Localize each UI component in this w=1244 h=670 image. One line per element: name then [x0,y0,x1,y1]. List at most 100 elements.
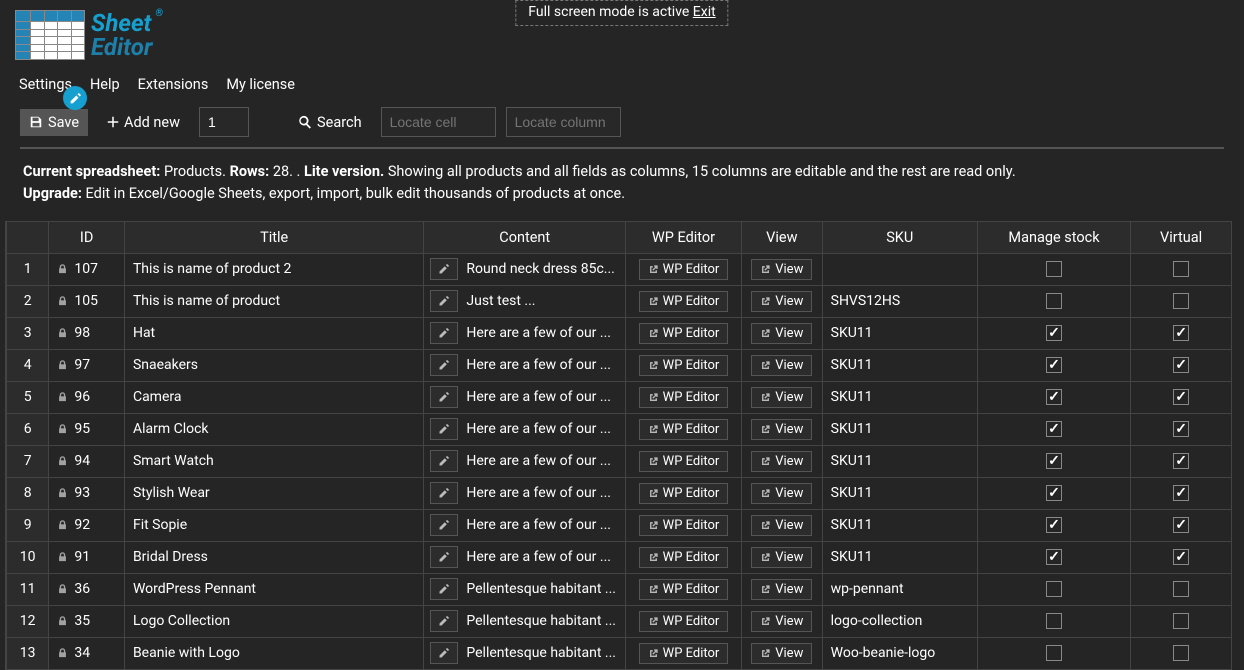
virtual-checkbox[interactable] [1173,517,1189,533]
cell-id[interactable]: 34 [49,637,125,669]
virtual-checkbox[interactable] [1173,389,1189,405]
managestock-checkbox[interactable] [1046,389,1062,405]
view-button[interactable]: View [751,579,812,600]
cell-managestock[interactable] [977,349,1130,381]
cell-managestock[interactable] [977,541,1130,573]
col-header-view[interactable]: View [741,221,822,253]
view-button[interactable]: View [751,259,812,280]
view-button[interactable]: View [751,419,812,440]
cell-content[interactable]: Here are a few of our ... [424,413,626,445]
cell-title[interactable]: Smart Watch [124,445,423,477]
col-header-sku[interactable]: SKU [822,221,977,253]
cell-virtual[interactable] [1131,285,1232,317]
managestock-checkbox[interactable] [1046,261,1062,277]
row-number[interactable]: 3 [7,317,49,349]
managestock-checkbox[interactable] [1046,325,1062,341]
cell-virtual[interactable] [1131,573,1232,605]
cell-title[interactable]: Beanie with Logo [124,637,423,669]
wpeditor-button[interactable]: WP Editor [639,355,729,376]
wpeditor-button[interactable]: WP Editor [639,483,729,504]
content-edit-button[interactable] [430,482,458,504]
cell-content[interactable]: Here are a few of our ... [424,381,626,413]
cell-content[interactable]: Pellentesque habitant ... [424,573,626,605]
row-number[interactable]: 5 [7,381,49,413]
col-header-managestock[interactable]: Manage stock [977,221,1130,253]
cell-id[interactable]: 36 [49,573,125,605]
cell-content[interactable]: Pellentesque habitant ... [424,605,626,637]
managestock-checkbox[interactable] [1046,357,1062,373]
content-edit-button[interactable] [430,354,458,376]
cell-managestock[interactable] [977,317,1130,349]
wpeditor-button[interactable]: WP Editor [639,419,729,440]
content-edit-button[interactable] [430,450,458,472]
virtual-checkbox[interactable] [1173,261,1189,277]
cell-title[interactable]: Fit Sopie [124,509,423,541]
cell-managestock[interactable] [977,381,1130,413]
menu-extensions[interactable]: Extensions [138,76,209,93]
cell-sku[interactable]: wp-pennant [822,573,977,605]
virtual-checkbox[interactable] [1173,645,1189,661]
cell-virtual[interactable] [1131,509,1232,541]
content-edit-button[interactable] [430,418,458,440]
cell-content[interactable]: Here are a few of our ... [424,509,626,541]
view-button[interactable]: View [751,387,812,408]
view-button[interactable]: View [751,611,812,632]
content-edit-button[interactable] [430,642,458,664]
cell-virtual[interactable] [1131,637,1232,669]
managestock-checkbox[interactable] [1046,293,1062,309]
col-header-title[interactable]: Title [124,221,423,253]
cell-managestock[interactable] [977,605,1130,637]
wpeditor-button[interactable]: WP Editor [639,291,729,312]
cell-title[interactable]: Logo Collection [124,605,423,637]
virtual-checkbox[interactable] [1173,357,1189,373]
cell-sku[interactable]: Woo-beanie-logo [822,637,977,669]
view-button[interactable]: View [751,515,812,536]
cell-title[interactable]: Snaeakers [124,349,423,381]
locate-column-input[interactable] [506,107,621,137]
wpeditor-button[interactable]: WP Editor [639,579,729,600]
view-button[interactable]: View [751,355,812,376]
cell-managestock[interactable] [977,253,1130,285]
cell-sku[interactable]: logo-collection [822,605,977,637]
virtual-checkbox[interactable] [1173,613,1189,629]
content-edit-button[interactable] [430,514,458,536]
cell-title[interactable]: Hat [124,317,423,349]
corner-cell[interactable] [7,221,49,253]
cell-content[interactable]: Here are a few of our ... [424,349,626,381]
view-button[interactable]: View [751,451,812,472]
wpeditor-button[interactable]: WP Editor [639,643,729,664]
cell-title[interactable]: Alarm Clock [124,413,423,445]
row-number[interactable]: 2 [7,285,49,317]
content-edit-button[interactable] [430,578,458,600]
content-edit-button[interactable] [430,386,458,408]
cell-id[interactable]: 98 [49,317,125,349]
add-new-button[interactable]: Add new [98,109,189,136]
virtual-checkbox[interactable] [1173,325,1189,341]
virtual-checkbox[interactable] [1173,421,1189,437]
cell-title[interactable]: This is name of product [124,285,423,317]
save-button[interactable]: Save [20,109,88,136]
cell-id[interactable]: 94 [49,445,125,477]
cell-content[interactable]: Just test ... [424,285,626,317]
wpeditor-button[interactable]: WP Editor [639,547,729,568]
cell-virtual[interactable] [1131,413,1232,445]
row-number[interactable]: 12 [7,605,49,637]
cell-content[interactable]: Here are a few of our ... [424,541,626,573]
virtual-checkbox[interactable] [1173,549,1189,565]
cell-content[interactable]: Here are a few of our ... [424,445,626,477]
content-edit-button[interactable] [430,290,458,312]
col-header-wpeditor[interactable]: WP Editor [626,221,742,253]
managestock-checkbox[interactable] [1046,453,1062,469]
managestock-checkbox[interactable] [1046,581,1062,597]
cell-id[interactable]: 97 [49,349,125,381]
locate-cell-input[interactable] [381,107,496,137]
cell-content[interactable]: Pellentesque habitant ... [424,637,626,669]
managestock-checkbox[interactable] [1046,421,1062,437]
wpeditor-button[interactable]: WP Editor [639,387,729,408]
virtual-checkbox[interactable] [1173,453,1189,469]
menu-help[interactable]: Help [90,76,120,93]
managestock-checkbox[interactable] [1046,549,1062,565]
virtual-checkbox[interactable] [1173,581,1189,597]
row-number[interactable]: 7 [7,445,49,477]
view-button[interactable]: View [751,547,812,568]
